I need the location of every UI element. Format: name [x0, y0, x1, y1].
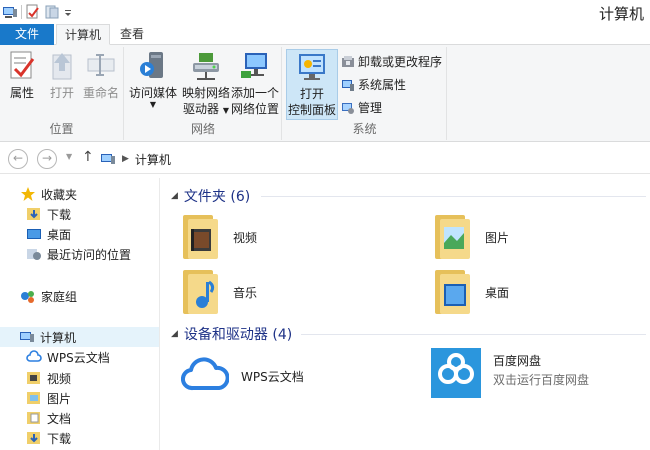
open-control-panel-button[interactable]: 打开 控制面板 [286, 49, 338, 120]
manage-icon [341, 101, 355, 115]
new-folder-icon[interactable] [44, 4, 60, 20]
star-icon [20, 186, 36, 202]
breadcrumb-computer[interactable]: 计算机 [135, 151, 171, 168]
nav-computer[interactable]: 计算机 [0, 327, 159, 347]
arrow-right-icon: → [41, 151, 53, 165]
section-divider [301, 334, 646, 335]
collapse-caret-icon: ◢ [171, 191, 178, 201]
customize-qat-icon[interactable] [63, 4, 73, 20]
tab-computer[interactable]: 计算机 [56, 24, 111, 45]
rename-button[interactable]: 重命名 [82, 49, 120, 101]
properties-button[interactable]: 属性 [6, 49, 38, 101]
open-button[interactable]: 打开 [46, 49, 78, 101]
forward-button[interactable]: → [37, 149, 57, 169]
downloads-folder-icon [26, 206, 42, 222]
pictures-folder-icon [26, 390, 42, 406]
media-server-icon [137, 49, 169, 83]
access-media-button[interactable]: 访问媒体 ▼ [127, 49, 179, 109]
group-label-network: 网络 [190, 122, 215, 136]
ribbon-group-system: 打开 控制面板 卸载或更改程序 系统属性 管理 系统 [283, 47, 447, 140]
system-properties-icon [341, 78, 355, 92]
tab-file[interactable]: 文件 [0, 24, 54, 45]
nav-videos[interactable]: 视频 [26, 368, 71, 388]
device-wps-cloud[interactable]: WPS云文档 [181, 350, 411, 402]
chevron-right-icon[interactable]: ▶ [122, 154, 129, 164]
recent-locations-dropdown[interactable]: ▼ [66, 152, 72, 161]
baidu-netdisk-text: 百度网盘 双击运行百度网盘 [493, 354, 590, 387]
navigation-pane: 收藏夹 下载 桌面 最近访问的位置 家庭组 计算机 WPS云文档 视频 图片 文… [0, 178, 160, 450]
downloads-folder-icon [26, 430, 42, 446]
uninstall-program-button[interactable]: 卸载或更改程序 [341, 52, 442, 72]
nav-downloads[interactable]: 下载 [26, 204, 71, 224]
ribbon-tabs: 文件 计算机 查看 [0, 24, 650, 45]
address-bar[interactable]: ▶ 计算机 [100, 148, 650, 170]
documents-folder-icon [26, 410, 42, 426]
arrow-left-icon: ← [12, 151, 24, 165]
computer-icon [100, 151, 116, 167]
desktop-folder-icon [433, 268, 473, 316]
group-label-location: 位置 [49, 122, 74, 136]
music-folder-icon [181, 268, 221, 316]
folder-desktop[interactable]: 桌面 [433, 266, 650, 318]
ribbon-group-network: 访问媒体 ▼ 映射网络 驱动器 ▼ 添加一个 网络位置 网络 [125, 47, 282, 140]
add-network-location-icon [239, 49, 271, 83]
baidu-netdisk-icon [431, 348, 481, 398]
open-icon [46, 49, 78, 83]
group-label-system: 系统 [352, 122, 377, 136]
nav-favorites[interactable]: 收藏夹 [20, 184, 77, 204]
nav-documents[interactable]: 文档 [26, 408, 71, 428]
desktop-icon [26, 226, 42, 242]
videos-folder-icon [26, 370, 42, 386]
devices-section-header[interactable]: ◢ 设备和驱动器 (4) [171, 323, 292, 345]
uninstall-icon [341, 55, 355, 69]
nav-wps-cloud[interactable]: WPS云文档 [26, 347, 110, 367]
manage-button[interactable]: 管理 [341, 98, 382, 118]
folder-videos[interactable]: 视频 [181, 211, 411, 263]
map-network-drive-button[interactable]: 映射网络 驱动器 ▼ [181, 49, 231, 119]
qat-divider [21, 5, 22, 19]
cloud-icon [26, 349, 42, 365]
dropdown-arrow-icon: ▼ [149, 100, 157, 109]
nav-desktop[interactable]: 桌面 [26, 224, 71, 244]
properties-icon [6, 49, 38, 83]
section-divider [261, 196, 646, 197]
nav-pictures[interactable]: 图片 [26, 388, 71, 408]
homegroup-icon [20, 288, 36, 304]
ribbon-group-location: 属性 打开 重命名 位置 [0, 47, 124, 140]
videos-folder-icon [181, 213, 221, 261]
folder-pictures[interactable]: 图片 [433, 211, 650, 263]
network-drive-icon [190, 49, 222, 83]
up-button[interactable]: ↑ [82, 149, 94, 165]
computer-icon [19, 329, 35, 345]
nav-downloads-2[interactable]: 下载 [26, 428, 71, 448]
tab-view[interactable]: 查看 [112, 24, 152, 45]
collapse-caret-icon: ◢ [171, 329, 178, 339]
ribbon: 属性 打开 重命名 位置 访问媒体 ▼ 映射网络 驱动器 ▼ 添加一个 网络位置… [0, 45, 650, 142]
wps-cloud-icon [181, 352, 230, 400]
system-properties-button[interactable]: 系统属性 [341, 75, 406, 95]
folders-section-header[interactable]: ◢ 文件夹 (6) [171, 185, 250, 207]
content-pane: ◢ 文件夹 (6) 视频 图片 音乐 桌面 ◢ 设备和驱动器 (4) WPS云文… [161, 178, 650, 450]
control-panel-icon [296, 50, 328, 84]
computer-icon[interactable] [2, 4, 18, 20]
window-title: 计算机 [598, 5, 644, 23]
properties-icon[interactable] [25, 4, 41, 20]
pictures-folder-icon [433, 213, 473, 261]
recent-places-icon [26, 246, 42, 262]
rename-icon [85, 49, 117, 83]
folder-music[interactable]: 音乐 [181, 266, 411, 318]
add-network-location-button[interactable]: 添加一个 网络位置 [229, 49, 281, 117]
nav-recent-places[interactable]: 最近访问的位置 [26, 244, 131, 264]
back-button[interactable]: ← [8, 149, 28, 169]
navigation-bar: ← → ▼ ↑ ▶ 计算机 [0, 142, 650, 174]
quick-access-toolbar [2, 3, 73, 21]
nav-homegroup[interactable]: 家庭组 [20, 286, 77, 306]
arrow-up-icon: ↑ [82, 149, 94, 165]
title-bar: 计算机 [0, 0, 650, 24]
device-baidu-netdisk[interactable]: 百度网盘 双击运行百度网盘 [431, 348, 650, 402]
